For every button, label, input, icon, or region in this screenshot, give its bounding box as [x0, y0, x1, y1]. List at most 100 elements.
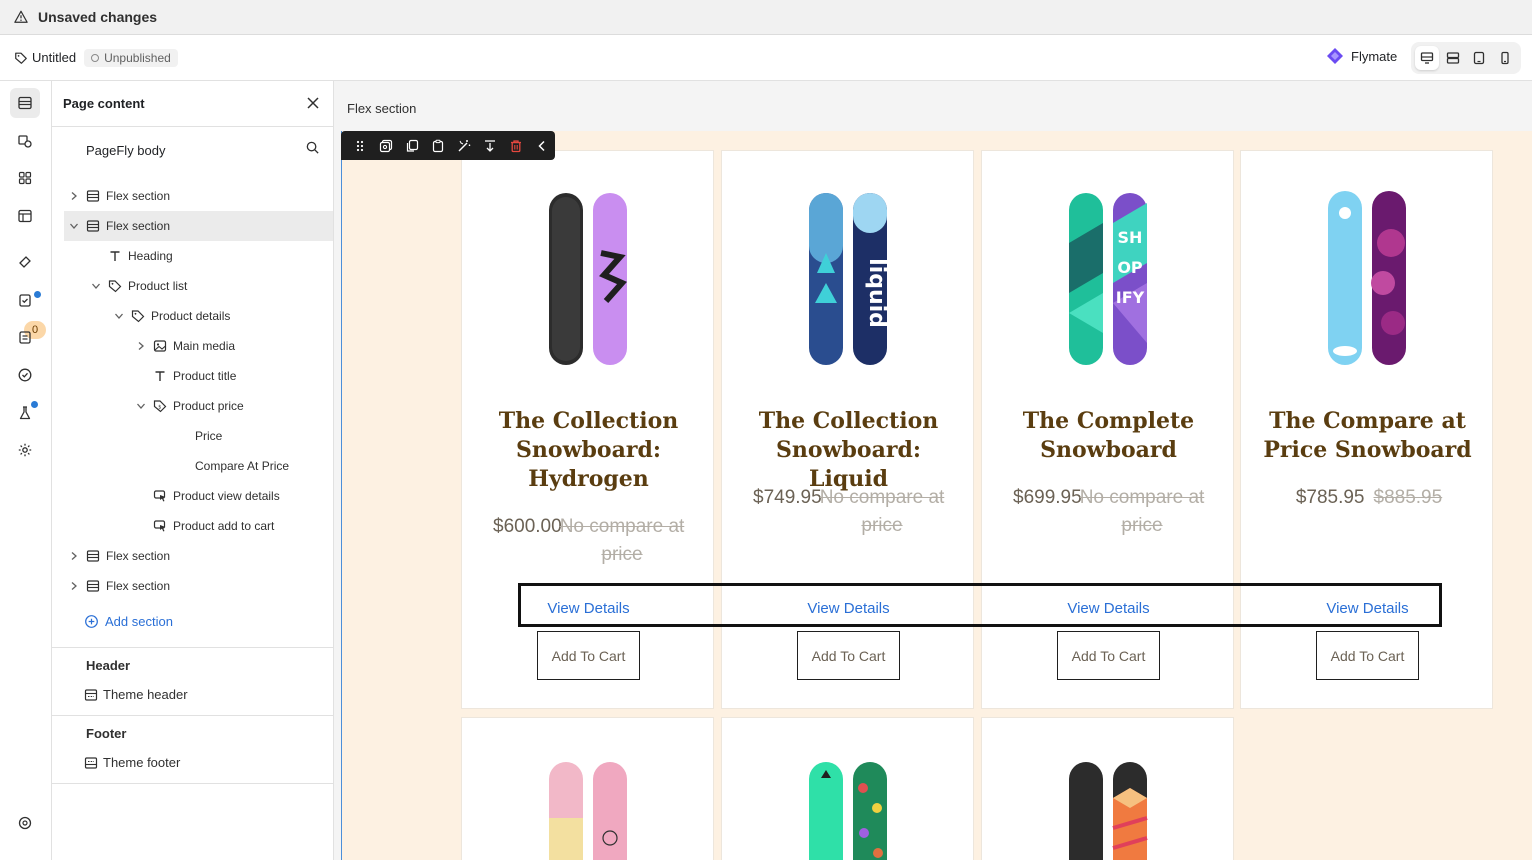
rail-checklist-dot — [34, 291, 41, 298]
add-to-cart-button[interactable]: Add To Cart — [797, 631, 900, 680]
tree-item-price[interactable]: Price — [64, 421, 333, 451]
tree-item-product-view-details[interactable]: Product view details — [64, 481, 333, 511]
tree-item-product-details[interactable]: Product details — [64, 301, 333, 331]
add-to-cart-button[interactable]: Add To Cart — [1057, 631, 1160, 680]
product-compare-price: $885.95 — [1373, 487, 1443, 508]
magic-wand-icon — [458, 139, 471, 151]
tree-item-heading[interactable]: Heading — [64, 241, 333, 271]
add-section-button[interactable]: Add section — [84, 614, 173, 629]
desktop-view-button[interactable] — [1415, 46, 1439, 70]
tree-item-flex-section[interactable]: Flex section — [64, 181, 333, 211]
chevron-right-icon[interactable] — [68, 580, 80, 592]
product-price-row: $600.00 No compare at price — [490, 513, 690, 569]
product-title: The Collection Snowboard: Hydrogen — [498, 408, 679, 492]
tree-item-product-title[interactable]: Product title — [64, 361, 333, 391]
add-to-cart-button[interactable]: Add To Cart — [537, 631, 640, 680]
tree-item-product-list[interactable]: Product list — [64, 271, 333, 301]
unsaved-status-text: Unsaved changes — [38, 9, 158, 25]
add-to-cart-button[interactable]: Add To Cart — [1316, 631, 1419, 680]
save-as-icon — [379, 139, 393, 152]
text-icon — [155, 371, 165, 381]
mobile-view-button[interactable] — [1493, 46, 1517, 70]
collapse-toolbar-button[interactable] — [529, 131, 555, 160]
rail-checklist[interactable] — [10, 285, 40, 315]
product-image[interactable] — [462, 183, 715, 365]
page-name[interactable]: Untitled — [32, 50, 76, 65]
move-down-button[interactable] — [477, 131, 503, 160]
tree-item-flex-section[interactable]: Flex section — [64, 571, 333, 601]
product-image[interactable] — [722, 758, 975, 860]
duplicate-button[interactable] — [399, 131, 425, 160]
theme-footer-item[interactable]: Theme footer — [84, 755, 180, 770]
product-card[interactable] — [721, 717, 974, 860]
tree-item-label: Main media — [173, 339, 236, 353]
chevron-down-icon[interactable] — [90, 280, 102, 292]
selected-element-outline — [518, 583, 1442, 627]
chevron-right-icon[interactable] — [68, 550, 80, 562]
product-image[interactable] — [462, 758, 715, 860]
tree-item-main-media[interactable]: Main media — [64, 331, 333, 361]
product-image[interactable]: liquid — [722, 183, 975, 365]
rail-apps[interactable] — [10, 163, 40, 193]
product-title: The Compare at Price Snowboard — [1263, 408, 1472, 463]
elements-icon — [18, 135, 32, 148]
tree-item-product-price[interactable]: $ Product price — [64, 391, 333, 421]
tree-item-compare-at-price[interactable]: Compare At Price — [64, 451, 333, 481]
chevron-right-icon[interactable] — [135, 340, 147, 352]
chevron-down-icon[interactable] — [68, 220, 80, 232]
rail-templates[interactable] — [10, 201, 40, 231]
close-icon[interactable] — [306, 96, 320, 110]
magic-edit-button[interactable] — [451, 131, 477, 160]
search-icon[interactable] — [305, 140, 320, 155]
product-compare-price: No compare at price — [1079, 487, 1205, 536]
chevron-right-icon[interactable] — [68, 190, 80, 202]
status-badge-label: Unpublished — [104, 50, 171, 65]
tree-item-flex-section-selected[interactable]: Flex section — [64, 211, 333, 241]
section-icon — [86, 190, 100, 202]
clipboard-icon — [432, 139, 444, 152]
chevron-down-icon[interactable] — [135, 400, 147, 412]
mobile-icon — [1501, 51, 1509, 65]
rail-settings[interactable] — [10, 435, 40, 465]
pagefly-body-row[interactable]: PageFly body — [86, 143, 166, 158]
product-card[interactable] — [981, 717, 1234, 860]
footer-group-title: Footer — [86, 726, 127, 741]
clipboard-button[interactable] — [425, 131, 451, 160]
tree-item-label: Product add to cart — [173, 519, 275, 533]
product-image[interactable] — [1241, 183, 1494, 365]
drag-handle-button[interactable] — [347, 131, 373, 160]
tree-item-product-add-to-cart[interactable]: Product add to cart — [64, 511, 333, 541]
product-card[interactable] — [461, 717, 714, 860]
flymate-button[interactable]: Flymate — [1326, 47, 1397, 65]
rail-help[interactable] — [10, 808, 40, 838]
delete-button[interactable] — [503, 131, 529, 160]
cursor-click-icon — [153, 490, 166, 502]
product-image[interactable]: SH OP IFY — [982, 183, 1235, 365]
rail-publish-check[interactable] — [10, 360, 40, 390]
tree-item-label: Product title — [173, 369, 237, 383]
rail-issues[interactable] — [10, 247, 40, 277]
tree-item-flex-section[interactable]: Flex section — [64, 541, 333, 571]
product-price: $749.95 — [753, 487, 822, 508]
desktop-icon — [1420, 52, 1434, 64]
tablet-view-button[interactable] — [1467, 46, 1491, 70]
svg-text:$: $ — [158, 405, 161, 411]
save-as-button[interactable] — [373, 131, 399, 160]
product-price-row: $749.95 No compare at price — [750, 484, 950, 540]
price-tag-icon: $ — [153, 400, 167, 413]
tree-item-label: Product list — [128, 279, 188, 293]
laptop-view-button[interactable] — [1441, 46, 1465, 70]
warning-icon — [14, 10, 28, 23]
product-image[interactable] — [982, 758, 1235, 860]
support-icon — [18, 816, 32, 830]
rail-elements[interactable] — [10, 126, 40, 156]
add-section-label: Add section — [105, 614, 173, 629]
clipboard-check-icon — [19, 294, 31, 307]
chevron-down-icon[interactable] — [113, 310, 125, 322]
rail-inventory[interactable] — [10, 322, 40, 352]
rail-page-content[interactable] — [10, 88, 40, 118]
theme-header-item[interactable]: Theme header — [84, 687, 188, 702]
section-icon — [86, 550, 100, 562]
image-icon — [153, 340, 167, 352]
tree-item-label: Compare At Price — [195, 459, 290, 473]
